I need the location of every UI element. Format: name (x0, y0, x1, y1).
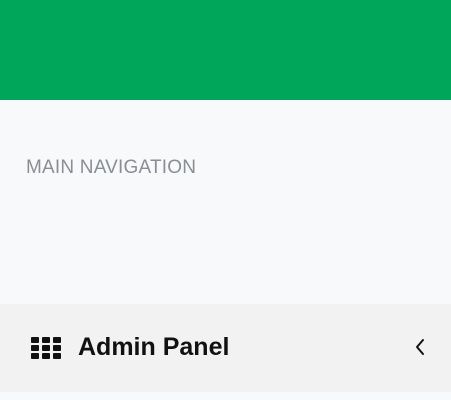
grid-icon (31, 337, 61, 359)
top-bar (0, 0, 451, 100)
main-navigation-header: MAIN NAVIGATION (26, 157, 197, 178)
sidebar-item-admin-panel[interactable]: Admin Panel (0, 304, 451, 392)
chevron-left-icon[interactable] (414, 337, 428, 357)
sidebar-item-label: Admin Panel (78, 333, 230, 361)
app-page: MAIN NAVIGATION Admin Panel (0, 0, 451, 400)
